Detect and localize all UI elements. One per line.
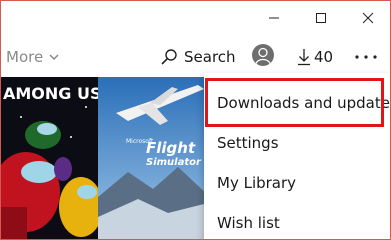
account-avatar-button[interactable] bbox=[252, 44, 274, 66]
menu-item-label: Wish list bbox=[217, 214, 280, 232]
title-bar bbox=[1, 1, 390, 35]
see-more-button[interactable] bbox=[353, 45, 379, 69]
tile-among-us[interactable]: AMONG US bbox=[1, 77, 103, 239]
game2-subtitle: Simulator bbox=[146, 157, 202, 168]
search-label: Search bbox=[184, 48, 236, 66]
highlight-box bbox=[205, 78, 384, 127]
store-window: More Search 40 AMONG US Microsoft Flight… bbox=[0, 0, 391, 240]
maximize-icon bbox=[316, 13, 326, 23]
minimize-button[interactable] bbox=[251, 1, 297, 35]
close-button[interactable] bbox=[345, 1, 390, 35]
search-button[interactable]: Search bbox=[160, 45, 236, 69]
person-icon bbox=[255, 47, 271, 65]
flight-simulator-artwork: Microsoft Flight Simulator bbox=[98, 77, 208, 239]
menu-item-label: Settings bbox=[217, 134, 279, 152]
menu-item-settings[interactable]: Settings bbox=[204, 123, 390, 163]
menu-item-label: My Library bbox=[217, 174, 297, 192]
close-icon bbox=[362, 12, 374, 24]
downloads-button[interactable]: 40 bbox=[297, 45, 333, 69]
maximize-button[interactable] bbox=[298, 1, 344, 35]
store-toolbar: More Search 40 bbox=[1, 37, 390, 77]
ellipsis-icon bbox=[355, 55, 377, 59]
menu-item-my-library[interactable]: My Library bbox=[204, 163, 390, 203]
more-menu-button[interactable]: More bbox=[6, 45, 59, 69]
menu-item-wish-list[interactable]: Wish list bbox=[204, 203, 390, 239]
among-us-artwork: AMONG US bbox=[1, 77, 103, 239]
download-icon bbox=[298, 49, 310, 66]
chevron-down-icon bbox=[49, 54, 59, 61]
game2-title: Flight bbox=[146, 139, 196, 157]
tile-flight-simulator[interactable]: Microsoft Flight Simulator bbox=[98, 77, 208, 239]
search-icon bbox=[161, 49, 177, 65]
minimize-icon bbox=[269, 17, 279, 19]
game1-title: AMONG US bbox=[3, 84, 98, 103]
more-label: More bbox=[6, 48, 44, 66]
downloads-count: 40 bbox=[314, 48, 334, 66]
